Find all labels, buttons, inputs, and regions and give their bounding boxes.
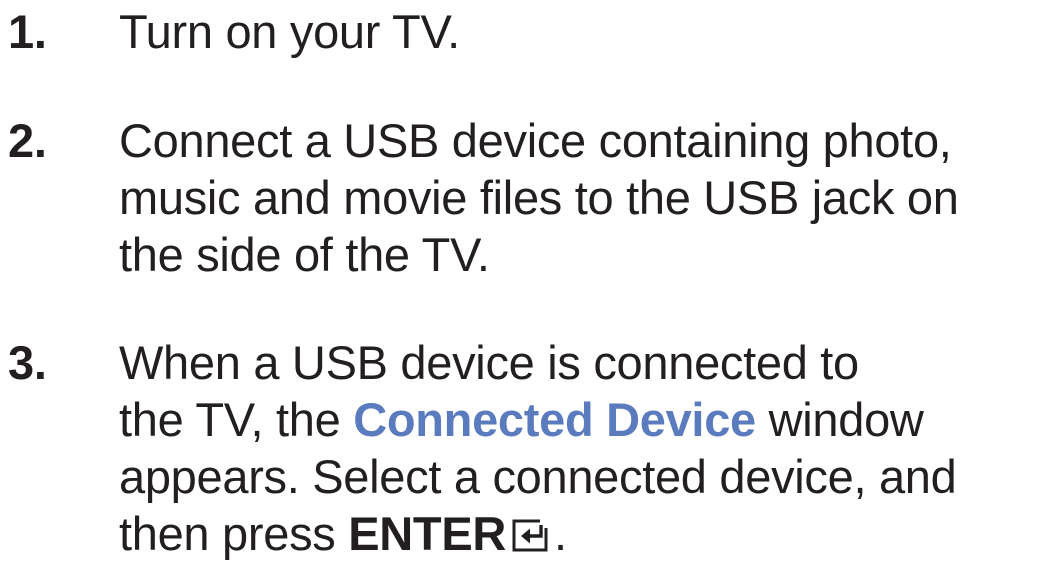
step-3-line-1: When a USB device is connected to (119, 336, 859, 389)
connected-device-link-text: Connected Device (353, 393, 756, 446)
step-2-line-1: Connect a USB device containing photo, (119, 114, 952, 167)
step-3-number: 3. (8, 336, 47, 389)
step-1-text: Turn on your TV. (119, 3, 460, 60)
step-3-line-4: then press ENTER. (119, 505, 957, 562)
step-2-line-2: music and movie files to the USB jack on (119, 171, 959, 224)
step-2-line-3: the side of the TV. (119, 228, 490, 281)
step-1-number: 1. (8, 5, 47, 58)
step-3-line-2-before: the TV, the (119, 393, 354, 446)
instruction-page: 1. Turn on your TV. 2. Connect a USB dev… (0, 0, 1062, 571)
step-3-line-4-before: then press (119, 507, 349, 560)
step-3-line-2-after: window (755, 393, 924, 446)
step-3-line-2: the TV, the Connected Device window (119, 391, 957, 448)
enter-icon (512, 509, 553, 566)
step-3-line-3: appears. Select a connected device, and (119, 450, 957, 503)
step-2-number: 2. (8, 114, 47, 167)
enter-key-label: ENTER (348, 507, 507, 560)
step-1-line-1: Turn on your TV. (119, 5, 460, 58)
step-3-line-4-after: . (554, 507, 567, 560)
step-2-text: Connect a USB device containing photo, m… (119, 112, 959, 283)
step-3-text: When a USB device is connected to the TV… (119, 334, 957, 562)
